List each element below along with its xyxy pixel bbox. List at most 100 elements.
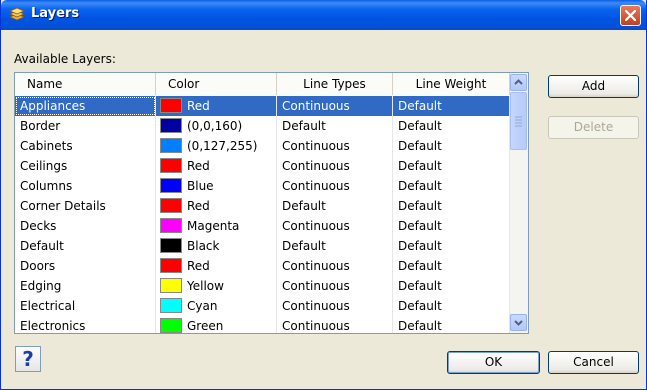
title-bar[interactable]: Layers [1,0,646,30]
column-header-name[interactable]: Name [15,73,156,95]
layer-color[interactable]: Red [156,156,277,176]
layer-color[interactable]: Blue [156,176,277,196]
color-swatch [160,258,182,273]
layer-name: Electrical [15,296,156,316]
layer-color[interactable]: Green [156,316,277,333]
color-label: (0,0,160) [187,119,243,133]
table-row[interactable]: Default Black Default Default [15,236,510,256]
color-label: Red [187,159,210,173]
chevron-up-icon [514,79,523,85]
layer-name: Default [15,236,156,256]
help-icon: ? [22,347,34,371]
color-label: Red [187,99,210,113]
layer-line-weight[interactable]: Default [393,276,510,296]
vertical-scrollbar[interactable] [510,73,528,333]
layer-color[interactable]: Red [156,96,277,116]
layer-line-type[interactable]: Continuous [277,316,393,333]
layer-line-type[interactable]: Continuous [277,216,393,236]
table-row[interactable]: Corner Details Red Default Default [15,196,510,216]
color-swatch [160,318,182,333]
table-row[interactable]: Cabinets (0,127,255) Continuous Default [15,136,510,156]
color-swatch [160,178,182,193]
layer-color[interactable]: Red [156,196,277,216]
scroll-thumb[interactable] [510,92,527,150]
layer-name: Columns [15,176,156,196]
table-row[interactable]: Decks Magenta Continuous Default [15,216,510,236]
color-swatch [160,118,182,133]
scroll-up-button[interactable] [510,74,527,91]
table-row[interactable]: Doors Red Continuous Default [15,256,510,276]
layers-list[interactable]: Name Color Line Types Line Weight Applia… [14,72,529,334]
layer-name: Appliances [15,96,156,116]
layer-line-weight[interactable]: Default [393,156,510,176]
layer-color[interactable]: (0,0,160) [156,116,277,136]
column-header-line-weight[interactable]: Line Weight [393,73,510,95]
layer-line-type[interactable]: Continuous [277,176,393,196]
layer-line-type[interactable]: Continuous [277,156,393,176]
delete-button[interactable]: Delete [548,116,639,139]
layer-line-type[interactable]: Default [277,116,393,136]
help-button[interactable]: ? [15,346,41,372]
layer-line-weight[interactable]: Default [393,316,510,333]
color-swatch [160,158,182,173]
add-button[interactable]: Add [548,75,639,98]
color-label: Magenta [187,219,240,233]
color-swatch [160,198,182,213]
layer-line-weight[interactable]: Default [393,196,510,216]
color-swatch [160,218,182,233]
layer-line-weight[interactable]: Default [393,116,510,136]
layers-icon [8,6,26,24]
table-row[interactable]: Columns Blue Continuous Default [15,176,510,196]
table-row[interactable]: Appliances Red Continuous Default [15,96,510,116]
layer-line-weight[interactable]: Default [393,136,510,156]
window-title: Layers [31,6,80,21]
layer-line-type[interactable]: Default [277,196,393,216]
color-swatch [160,278,182,293]
layer-line-type[interactable]: Continuous [277,96,393,116]
column-header-line-types[interactable]: Line Types [277,73,393,95]
layers-dialog: Layers Available Layers: Name Color Line… [0,0,647,390]
layer-name: Ceilings [15,156,156,176]
color-label: (0,127,255) [187,139,258,153]
layer-line-type[interactable]: Continuous [277,276,393,296]
ok-button[interactable]: OK [447,351,540,374]
layer-color[interactable]: Cyan [156,296,277,316]
layer-name: Corner Details [15,196,156,216]
table-row[interactable]: Electronics Green Continuous Default [15,316,510,333]
scroll-down-button[interactable] [510,314,527,331]
layer-line-type[interactable]: Continuous [277,296,393,316]
chevron-down-icon [514,320,523,326]
layer-line-weight[interactable]: Default [393,216,510,236]
color-swatch [160,238,182,253]
close-button[interactable] [620,5,641,26]
layer-line-weight[interactable]: Default [393,256,510,276]
color-label: Red [187,199,210,213]
color-label: Green [187,319,224,333]
cancel-button[interactable]: Cancel [548,351,639,374]
layer-name: Doors [15,256,156,276]
table-row[interactable]: Border (0,0,160) Default Default [15,116,510,136]
layer-line-weight[interactable]: Default [393,296,510,316]
layer-line-type[interactable]: Continuous [277,136,393,156]
layer-color[interactable]: (0,127,255) [156,136,277,156]
layer-line-weight[interactable]: Default [393,236,510,256]
available-layers-label: Available Layers: [14,52,116,66]
color-label: Black [187,239,220,253]
layer-line-weight[interactable]: Default [393,176,510,196]
color-swatch [160,98,182,113]
table-row[interactable]: Ceilings Red Continuous Default [15,156,510,176]
color-label: Yellow [187,279,224,293]
layer-color[interactable]: Red [156,256,277,276]
table-row[interactable]: Electrical Cyan Continuous Default [15,296,510,316]
table-row[interactable]: Edging Yellow Continuous Default [15,276,510,296]
layer-line-weight[interactable]: Default [393,96,510,116]
layer-name: Decks [15,216,156,236]
layer-name: Edging [15,276,156,296]
list-header: Name Color Line Types Line Weight [15,73,510,97]
layer-color[interactable]: Yellow [156,276,277,296]
layer-line-type[interactable]: Continuous [277,256,393,276]
layer-color[interactable]: Magenta [156,216,277,236]
layer-line-type[interactable]: Default [277,236,393,256]
layer-color[interactable]: Black [156,236,277,256]
column-header-color[interactable]: Color [156,73,277,95]
